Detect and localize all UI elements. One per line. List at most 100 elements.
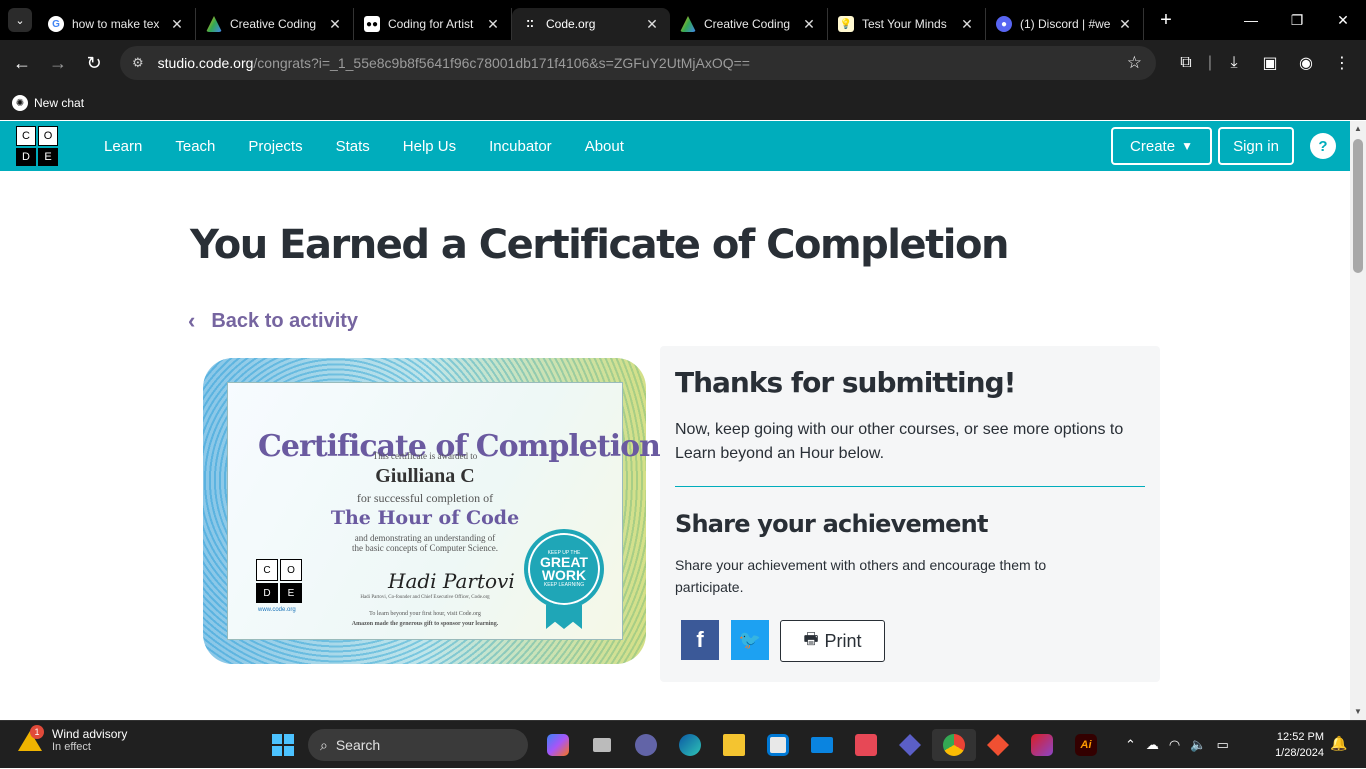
bookmark-new-chat[interactable]: New chat (34, 96, 84, 110)
creative-cloud-icon[interactable] (1020, 729, 1064, 761)
tab-search-menu-button[interactable]: ⌄ (8, 8, 32, 32)
site-settings-icon[interactable]: ⚙ (132, 55, 144, 71)
nav-projects[interactable]: Projects (248, 138, 302, 155)
tab-close-icon[interactable]: ✕ (801, 16, 817, 33)
tab-title: Creative Coding (230, 17, 317, 31)
nav-help-us[interactable]: Help Us (403, 138, 456, 155)
nav-teach[interactable]: Teach (175, 138, 215, 155)
teams-chat-icon[interactable] (624, 729, 668, 761)
more-menu-icon[interactable]: ⋮ (1324, 53, 1360, 73)
weather-widget[interactable]: 1 Wind advisory In effect (18, 725, 128, 753)
page-scrollbar[interactable]: ▲ ▼ (1350, 121, 1366, 720)
wifi-icon[interactable]: ◠ (1169, 737, 1180, 753)
sign-in-button[interactable]: Sign in (1218, 127, 1294, 165)
thanks-title: Thanks for submitting! (675, 366, 1016, 399)
back-arrow-icon[interactable]: ← (4, 53, 40, 74)
toolbar-actions: ⧉ | ⤓ ▣ ◉ ⋮ (1168, 40, 1360, 86)
taskbar-apps: Ai (536, 729, 1108, 761)
reload-icon[interactable]: ↻ (76, 53, 112, 74)
browser-tab[interactable]: ● (1) Discord | #we ✕ (986, 8, 1144, 40)
taskbar-clock[interactable]: 12:52 PM 1/28/2024 (1264, 729, 1324, 761)
taskbar-search[interactable]: ⌕ Search (308, 729, 528, 761)
certificate-image: Certificate of Completion This certifica… (203, 358, 661, 664)
microsoft-store-icon[interactable] (756, 729, 800, 761)
logo-letter: D (256, 583, 278, 603)
scroll-down-icon[interactable]: ▼ (1350, 707, 1366, 716)
logo-letter: E (280, 583, 302, 603)
browser-tab[interactable]: 💡 Test Your Minds ✕ (828, 8, 986, 40)
nav-incubator[interactable]: Incubator (489, 138, 552, 155)
chevron-left-icon: ‹ (188, 308, 196, 333)
illustrator-icon[interactable]: Ai (1064, 729, 1108, 761)
chrome-icon[interactable] (932, 729, 976, 761)
git-icon[interactable] (976, 729, 1020, 761)
download-icon[interactable]: ⤓ (1216, 54, 1252, 72)
help-button[interactable]: ? (1310, 133, 1336, 159)
bookmark-star-icon[interactable]: ☆ (1127, 53, 1142, 73)
battery-icon[interactable]: ▭ (1216, 737, 1228, 753)
browser-tab[interactable]: ●● Coding for Artist ✕ (354, 8, 512, 40)
edge-icon[interactable] (668, 729, 712, 761)
create-dropdown-button[interactable]: Create ▼ (1111, 127, 1212, 165)
tab-close-icon[interactable]: ✕ (485, 16, 501, 33)
weather-badge: 1 (30, 725, 44, 739)
clock-date: 1/28/2024 (1275, 747, 1324, 759)
certificate-awarded: This certificate is awarded to (372, 451, 478, 461)
nav-learn[interactable]: Learn (104, 138, 142, 155)
file-explorer-icon[interactable] (712, 729, 756, 761)
share-title: Share your achievement (675, 510, 988, 538)
close-window-icon[interactable]: ✕ (1320, 0, 1366, 40)
tab-close-icon[interactable]: ✕ (169, 16, 185, 33)
clock-time: 12:52 PM (1276, 731, 1324, 743)
weather-title: Wind advisory (52, 727, 128, 741)
seal-bottom: KEEP LEARNING (543, 582, 585, 588)
copilot-icon[interactable] (536, 729, 580, 761)
new-tab-button[interactable]: + (1154, 9, 1178, 32)
tab-close-icon[interactable]: ✕ (959, 16, 975, 33)
windows-start-icon[interactable] (272, 734, 294, 756)
restore-icon[interactable]: ❐ (1274, 0, 1320, 40)
twitter-share-button[interactable]: 🐦 (731, 620, 769, 660)
side-panel-icon[interactable]: ▣ (1252, 53, 1288, 73)
profile-avatar-icon[interactable]: ◉ (1288, 53, 1324, 73)
browser-tab[interactable]: Creative Coding ✕ (670, 8, 828, 40)
facebook-share-button[interactable]: f (681, 620, 719, 660)
scroll-up-icon[interactable]: ▲ (1350, 124, 1366, 133)
codeorg-logo[interactable]: C O D E (16, 126, 58, 166)
nav-stats[interactable]: Stats (336, 138, 370, 155)
extensions-icon[interactable]: ⧉ (1168, 54, 1204, 72)
logo-letter: O (38, 126, 58, 146)
tab-title: Creative Coding (704, 17, 791, 31)
browser-tab-active[interactable]: ⁚⁚ Code.org ✕ (512, 8, 670, 40)
chevron-up-icon[interactable]: ⌃ (1125, 737, 1136, 753)
url-path: /congrats?i=_1_55e8c9b8f5641f96c78001db1… (253, 55, 750, 71)
medium-icon: ●● (364, 16, 380, 32)
task-view-icon[interactable] (580, 729, 624, 761)
logo-letter: E (38, 148, 58, 166)
tab-close-icon[interactable]: ✕ (644, 16, 660, 33)
chatgpt-icon: ✺ (12, 95, 28, 111)
forward-arrow-icon[interactable]: → (40, 53, 76, 74)
notification-bell-icon[interactable]: 🔔 (1330, 735, 1347, 752)
volume-icon[interactable]: 🔈 (1190, 737, 1206, 753)
tab-title: Test Your Minds (862, 17, 947, 31)
tab-close-icon[interactable]: ✕ (327, 16, 343, 33)
url-host: studio.code.org (157, 55, 254, 71)
certificate-recipient: Giulliana C (375, 465, 475, 487)
browser-toolbar: ← → ↻ ⚙ studio.code.org /congrats?i=_1_5… (0, 40, 1366, 86)
browser-tab[interactable]: Creative Coding ✕ (196, 8, 354, 40)
tab-close-icon[interactable]: ✕ (1117, 16, 1133, 33)
minimize-icon[interactable]: — (1228, 0, 1274, 40)
browser-tab[interactable]: G how to make tex ✕ (38, 8, 196, 40)
logo-letter: D (16, 148, 36, 166)
nav-about[interactable]: About (585, 138, 624, 155)
address-bar[interactable]: ⚙ studio.code.org /congrats?i=_1_55e8c9b… (120, 46, 1156, 80)
powerautomate-icon[interactable] (888, 729, 932, 761)
onedrive-icon[interactable]: ☁ (1146, 737, 1159, 753)
mail-icon[interactable] (800, 729, 844, 761)
scroll-thumb[interactable] (1353, 139, 1363, 273)
search-icon: ⌕ (320, 736, 328, 753)
back-to-activity-link[interactable]: ‹ Back to activity (188, 308, 358, 334)
snipping-tool-icon[interactable] (844, 729, 888, 761)
print-button[interactable]: 🖶 Print (780, 620, 885, 662)
